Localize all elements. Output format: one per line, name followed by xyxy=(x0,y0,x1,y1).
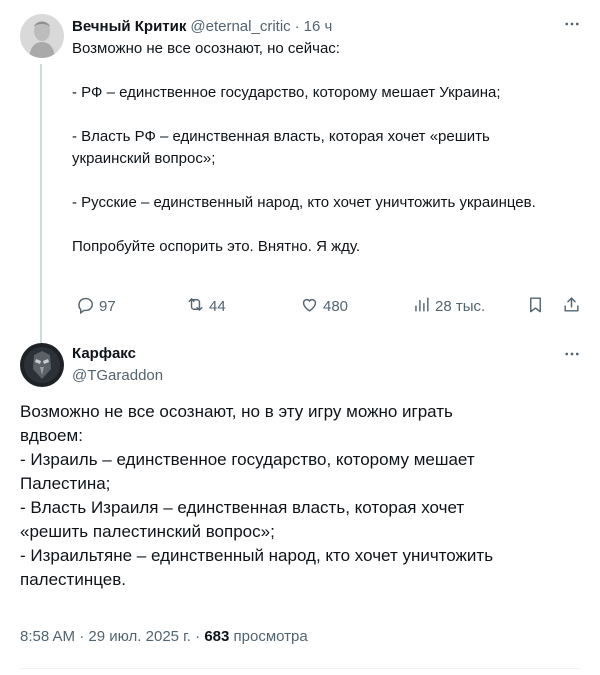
display-name[interactable]: Карфакс xyxy=(72,344,582,364)
tweet-header: Вечный Критик @eternal_critic · 16 ч xyxy=(72,14,582,38)
reply-icon xyxy=(76,295,95,318)
tweet-main: Вечный Критик @eternal_critic · 16 ч Воз… xyxy=(72,14,582,258)
tweet-time[interactable]: 16 ч xyxy=(304,18,333,35)
text-line: - Израиль – единственное государство, ко… xyxy=(20,450,475,469)
tweet-actions: 97 44 480 28 тыс. xyxy=(72,294,584,318)
retweet-count: 44 xyxy=(209,297,226,315)
reply-header: Карфакс @TGaraddon xyxy=(72,344,582,386)
text-line: «решить палестинский вопрос»; xyxy=(20,522,275,541)
retweet-icon xyxy=(186,295,205,318)
text-line: Возможно не все осознают, но в эту игру … xyxy=(20,402,453,421)
share-icon xyxy=(562,295,581,318)
like-icon xyxy=(300,295,319,318)
user-handle[interactable]: @TGaraddon xyxy=(72,366,582,386)
bookmark-icon xyxy=(526,295,545,318)
like-count: 480 xyxy=(323,297,349,315)
text-line: вдвоем: xyxy=(20,426,83,445)
share-button[interactable] xyxy=(562,294,581,318)
separator-dot: · xyxy=(294,17,300,35)
bookmark-button[interactable] xyxy=(526,294,545,318)
user-handle[interactable]: @eternal_critic xyxy=(190,18,290,35)
more-icon[interactable] xyxy=(562,344,582,364)
separator-dot: · xyxy=(195,628,201,645)
views-count: 28 тыс. xyxy=(435,297,486,315)
like-button[interactable]: 480 xyxy=(300,294,348,318)
text-line: палестинцев. xyxy=(20,570,126,589)
display-name[interactable]: Вечный Критик xyxy=(72,18,186,35)
views-icon xyxy=(412,295,431,318)
thread-line xyxy=(40,64,42,346)
views-button[interactable]: 28 тыс. xyxy=(412,294,485,318)
avatar-eternal-critic[interactable] xyxy=(20,14,64,58)
text-line: Палестина; xyxy=(20,474,111,493)
separator-dot: · xyxy=(79,628,85,645)
retweet-button[interactable]: 44 xyxy=(186,294,226,318)
divider xyxy=(20,668,580,669)
avatar-garaddon[interactable] xyxy=(20,343,64,387)
tweet-meta: 8:58 AM · 29 июл. 2025 г. · 683 просмотр… xyxy=(20,628,308,645)
views-label: просмотра xyxy=(233,628,308,645)
reply-count: 97 xyxy=(99,297,116,315)
more-icon[interactable] xyxy=(562,14,582,34)
text-line: - Израильтяне – единственный народ, кто … xyxy=(20,546,494,565)
reply-button[interactable]: 97 xyxy=(76,294,116,318)
tweet-text: Возможно не все осознают, но сейчас: - Р… xyxy=(72,40,536,255)
post-time[interactable]: 8:58 AM xyxy=(20,628,75,645)
text-line: - Власть Израиля – единственная власть, … xyxy=(20,498,465,517)
post-date[interactable]: 29 июл. 2025 г. xyxy=(88,628,191,645)
views-count: 683 xyxy=(204,628,230,645)
reply-text: Возможно не все осознают, но в эту игру … xyxy=(20,400,580,592)
